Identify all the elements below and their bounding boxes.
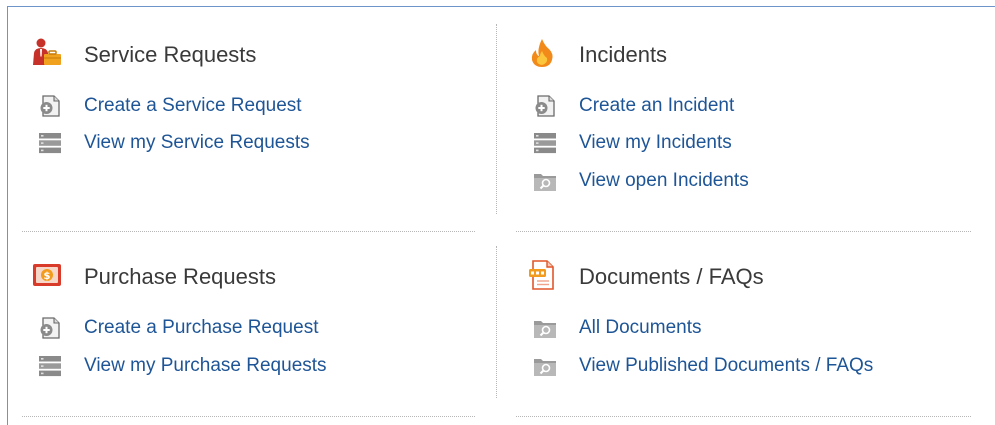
create-document-icon — [40, 317, 60, 339]
folder-search-icon — [534, 321, 556, 338]
link-view-published-documents-faqs[interactable]: View Published Documents / FAQs — [526, 352, 966, 380]
section-header: Incidents — [526, 37, 966, 69]
link-view-my-incidents[interactable]: View my Incidents — [526, 129, 966, 157]
list-view-icon — [39, 356, 61, 377]
link-create-incident[interactable]: Create an Incident — [526, 92, 966, 120]
link-label[interactable]: View my Incidents — [579, 132, 732, 154]
bottom-divider-left — [22, 416, 475, 417]
section-header: $ Purchase Requests — [31, 259, 471, 291]
link-label[interactable]: View Published Documents / FAQs — [579, 355, 873, 377]
section-title: Service Requests — [84, 42, 257, 67]
section-title: Documents / FAQs — [579, 264, 764, 289]
link-all-documents[interactable]: All Documents — [526, 314, 966, 342]
link-label[interactable]: Create a Purchase Request — [84, 317, 318, 339]
document-icon — [529, 260, 554, 290]
link-label[interactable]: View open Incidents — [579, 170, 749, 192]
section-title: Purchase Requests — [84, 264, 276, 289]
link-label[interactable]: Create a Service Request — [84, 95, 302, 117]
section-header: Service Requests — [31, 37, 471, 69]
link-label[interactable]: All Documents — [579, 317, 702, 339]
money-icon: $ — [33, 264, 61, 286]
column-divider-bottom — [496, 246, 497, 398]
section-header: Documents / FAQs — [526, 259, 966, 291]
folder-search-icon — [534, 174, 556, 191]
link-create-purchase-request[interactable]: Create a Purchase Request — [31, 314, 471, 342]
link-label[interactable]: View my Service Requests — [84, 132, 310, 154]
link-label[interactable]: Create an Incident — [579, 95, 734, 117]
link-view-my-purchase-requests[interactable]: View my Purchase Requests — [31, 352, 471, 380]
link-label[interactable]: View my Purchase Requests — [84, 355, 327, 377]
list-view-icon — [39, 133, 61, 154]
svg-text:$: $ — [44, 271, 51, 282]
column-divider-top — [496, 24, 497, 214]
link-create-service-request[interactable]: Create a Service Request — [31, 92, 471, 120]
link-view-open-incidents[interactable]: View open Incidents — [526, 167, 966, 195]
bottom-divider-right — [516, 416, 971, 417]
create-document-icon — [535, 95, 555, 117]
create-document-icon — [40, 95, 60, 117]
row-divider-right — [516, 231, 971, 232]
link-view-my-service-requests[interactable]: View my Service Requests — [31, 129, 471, 157]
list-view-icon — [534, 133, 556, 154]
folder-search-icon — [534, 359, 556, 376]
fire-icon — [531, 39, 553, 67]
section-title: Incidents — [579, 42, 668, 67]
person-briefcase-icon — [33, 38, 61, 65]
row-divider-left — [22, 231, 475, 232]
